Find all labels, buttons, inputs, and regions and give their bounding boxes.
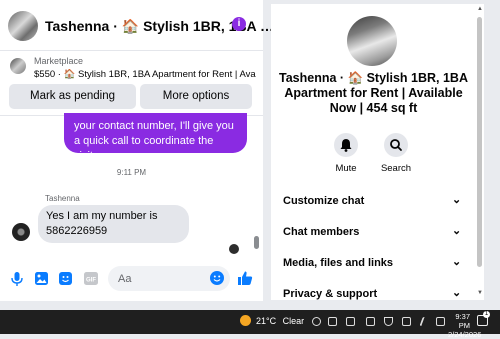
battery-icon[interactable] (366, 317, 375, 326)
volume-icon[interactable] (402, 317, 411, 326)
microphone-icon[interactable] (11, 272, 23, 287)
section-media-files-links[interactable]: Media, files and links ⌄ (271, 249, 476, 277)
mark-as-pending-button[interactable]: Mark as pending (9, 84, 136, 109)
info-icon[interactable]: i (232, 17, 246, 31)
section-privacy-support[interactable]: Privacy & support ⌄ (271, 280, 476, 300)
chat-header: Tashenna · 🏠 Stylish 1BR, 1BA … i (0, 0, 274, 51)
like-thumb-icon[interactable] (237, 270, 253, 286)
listing-thumbnail[interactable] (10, 58, 26, 74)
scroll-down-arrow-icon[interactable]: ▼ (477, 290, 483, 296)
section-label: Privacy & support (283, 288, 378, 300)
chevron-down-icon: ⌄ (452, 194, 462, 206)
sticker-icon[interactable] (59, 272, 72, 285)
clock-date: 2/24/2026 (448, 330, 482, 339)
info-title: Tashenna · 🏠 Stylish 1BR, 1BA Apartment … (279, 71, 468, 115)
message-input-placeholder: Aa (118, 273, 132, 285)
emoji-icon[interactable] (210, 271, 224, 285)
chevron-down-icon: ⌄ (452, 287, 462, 299)
section-chat-members[interactable]: Chat members ⌄ (271, 218, 476, 246)
search-button[interactable] (384, 133, 408, 157)
photo-icon[interactable] (35, 272, 48, 285)
mute-button[interactable] (334, 133, 358, 157)
info-avatar[interactable] (347, 16, 397, 66)
marketplace-label: Marketplace (34, 56, 84, 66)
section-label: Chat members (283, 226, 360, 238)
bell-icon (340, 139, 352, 152)
help-icon[interactable] (312, 317, 321, 326)
chevron-down-icon: ⌄ (452, 225, 462, 237)
listing-summary[interactable]: $550 · 🏠 Stylish 1BR, 1BA Apartment for … (34, 69, 256, 80)
cloud-icon[interactable] (328, 317, 337, 326)
sender-name: Tashenna (45, 194, 80, 203)
clock-time: 9:37 PM (455, 312, 470, 330)
seen-indicator-avatar (229, 244, 239, 254)
weather-condition: Clear (282, 316, 305, 326)
temperature: 21°C (256, 316, 277, 326)
conversation-scrollbar[interactable] (254, 236, 259, 249)
info-panel-scrollbar[interactable]: ▲ ▼ (476, 4, 484, 300)
time-separator: 9:11 PM (116, 168, 147, 177)
mute-label: Mute (335, 163, 357, 174)
weather-icon[interactable] (240, 315, 251, 326)
search-icon (390, 139, 402, 151)
section-customize-chat[interactable]: Customize chat ⌄ (271, 187, 476, 215)
section-label: Customize chat (283, 195, 365, 207)
chevron-down-icon: ⌄ (452, 256, 462, 268)
scrollbar-thumb[interactable] (477, 17, 482, 267)
search-label: Search (380, 163, 412, 174)
scroll-up-arrow-icon[interactable]: ▲ (477, 6, 483, 12)
chat-info-panel: Tashenna · 🏠 Stylish 1BR, 1BA Apartment … (271, 4, 476, 300)
gif-icon[interactable]: GIF (84, 272, 98, 285)
keyboard-icon[interactable] (436, 317, 445, 326)
outgoing-message: your contact number, I'll give you a qui… (64, 113, 247, 162)
weather-widget[interactable]: 21°C Clear (256, 316, 304, 326)
incoming-message: Yes I am my number is 5862226959 (38, 205, 189, 243)
edit-icon[interactable] (346, 317, 355, 326)
sender-avatar[interactable] (12, 223, 30, 241)
clock[interactable]: 9:37 PM 2/24/2026 (448, 312, 482, 339)
notification-badge: 1 (483, 311, 490, 318)
svg-text:GIF: GIF (86, 277, 96, 283)
section-label: Media, files and links (283, 257, 394, 269)
wifi-icon[interactable] (384, 317, 393, 326)
listing-avatar[interactable] (8, 11, 38, 41)
more-options-button[interactable]: More options (140, 84, 252, 109)
